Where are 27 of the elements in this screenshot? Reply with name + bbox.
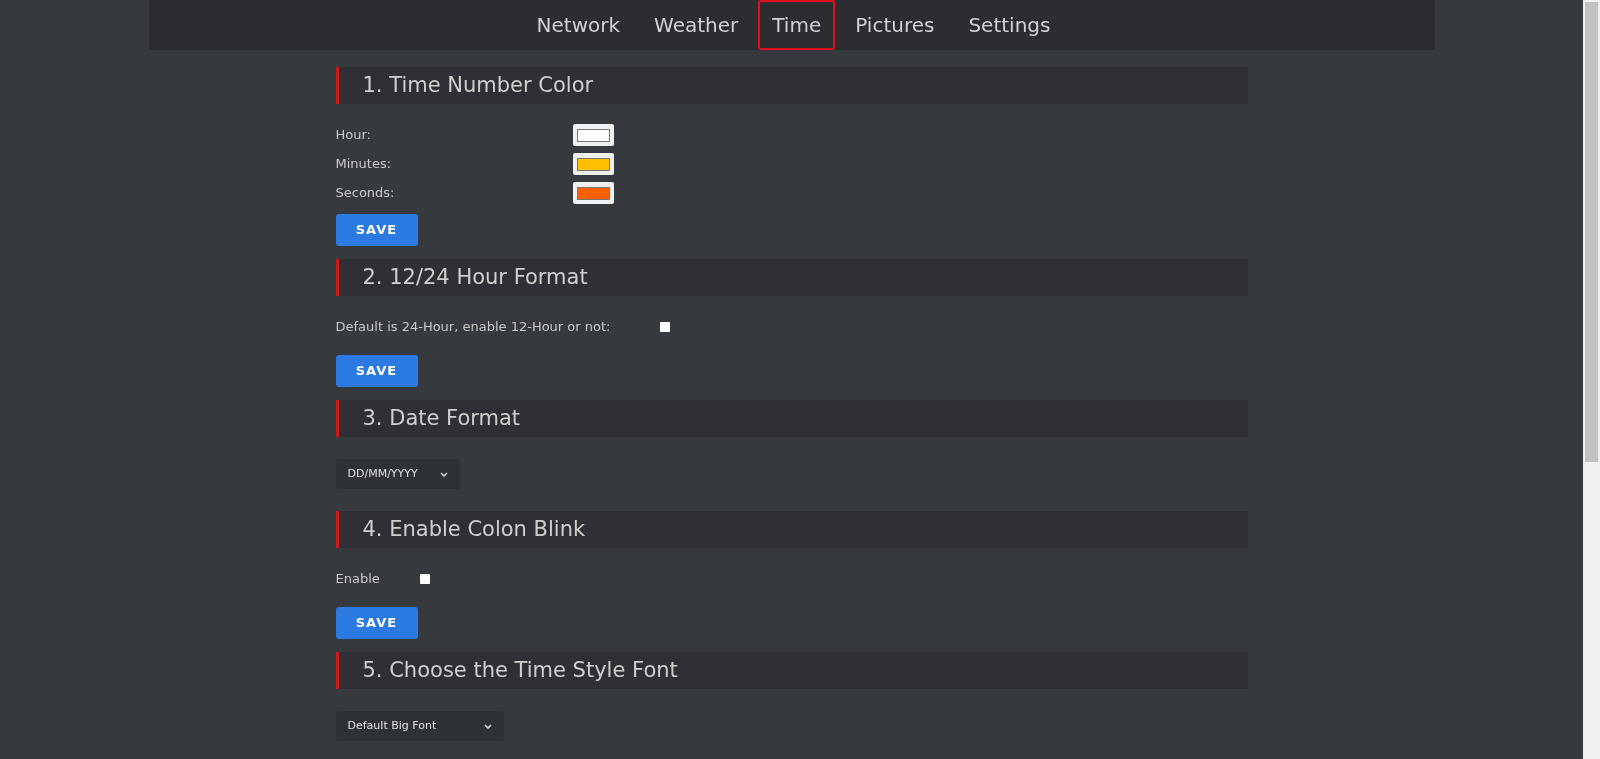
option-label: Default is 24-Hour, enable 12-Hour or not: [335, 318, 612, 337]
color-label: Hour: [335, 126, 372, 145]
save-button[interactable]: SAVE [335, 607, 418, 639]
checkbox[interactable] [419, 574, 430, 584]
color-label: Seconds: [335, 184, 396, 203]
dropdown[interactable]: DD/MM/YYYY [335, 459, 460, 489]
chevron-down-icon [483, 723, 492, 729]
section-header: 5. Choose the Time Style Font [335, 652, 1248, 689]
nav-tab[interactable]: Time [758, 0, 836, 50]
section-header: 1. Time Number Color [335, 67, 1248, 104]
save-button[interactable]: SAVE [335, 214, 418, 246]
option-label: Enable [335, 570, 381, 589]
checkbox[interactable] [659, 322, 670, 332]
chevron-down-icon [439, 471, 448, 477]
color-picker[interactable] [572, 182, 614, 204]
color-label: Minutes: [335, 155, 393, 174]
nav-tab[interactable]: Network [522, 0, 635, 50]
section-header: 4. Enable Colon Blink [335, 511, 1248, 548]
color-picker[interactable] [572, 124, 614, 146]
nav-tab[interactable]: Settings [954, 0, 1065, 50]
color-picker[interactable] [572, 153, 614, 175]
nav-tab[interactable]: Pictures [841, 0, 949, 50]
section-header: 3. Date Format [335, 400, 1248, 437]
nav-tab[interactable]: Weather [640, 0, 753, 50]
save-button[interactable]: SAVE [335, 355, 418, 387]
section-header: 2. 12/24 Hour Format [335, 259, 1248, 296]
dropdown[interactable]: Default Big Font [335, 711, 504, 741]
